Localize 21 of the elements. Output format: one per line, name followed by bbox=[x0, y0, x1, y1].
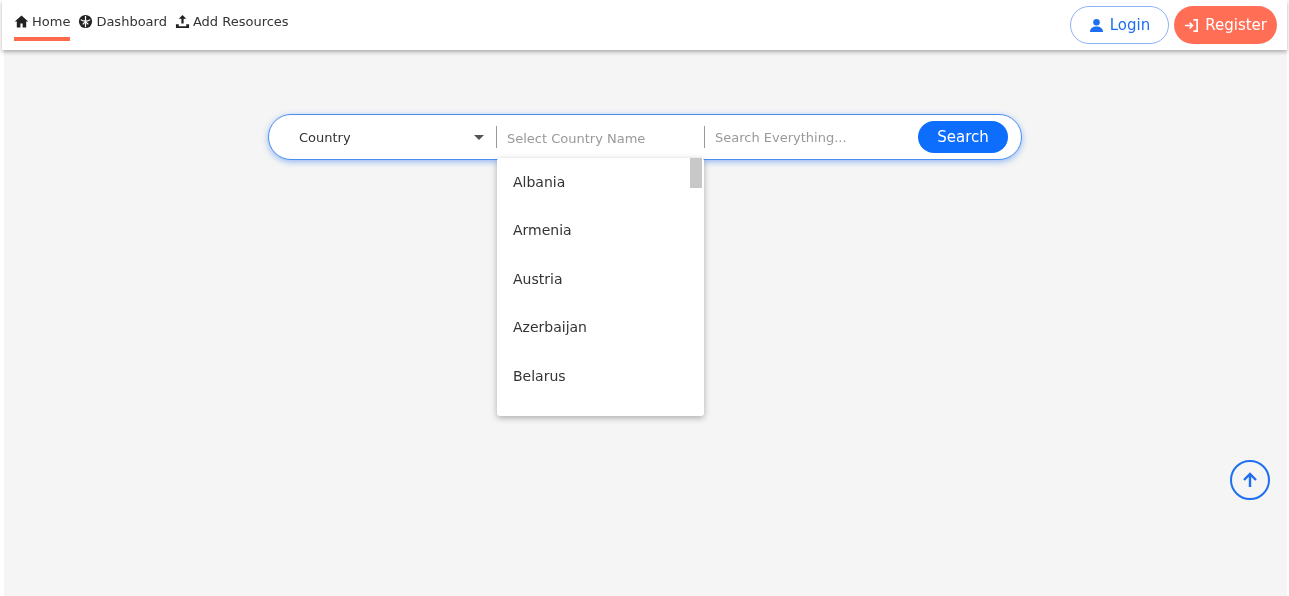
country-option[interactable]: Albania bbox=[497, 163, 704, 212]
home-icon bbox=[14, 13, 29, 29]
caret-icon bbox=[474, 134, 484, 140]
login-button[interactable]: Login bbox=[1069, 6, 1170, 44]
country-option[interactable]: Armenia bbox=[497, 212, 704, 261]
country-option[interactable]: Belarus bbox=[497, 357, 704, 406]
sign-in-icon bbox=[1184, 17, 1200, 33]
country-option[interactable]: Austria bbox=[497, 260, 704, 309]
globe-icon bbox=[78, 13, 94, 29]
scrollbar-thumb[interactable] bbox=[690, 157, 702, 188]
upload-icon bbox=[174, 13, 190, 29]
search-field[interactable]: Search Everything... bbox=[705, 129, 910, 145]
filter-select[interactable]: Country bbox=[269, 129, 496, 145]
user-icon bbox=[1088, 17, 1104, 33]
nav-link[interactable]: Add Resources bbox=[174, 13, 289, 41]
country-field[interactable]: Select Country Name bbox=[497, 130, 704, 146]
nav-link[interactable]: Home bbox=[14, 13, 71, 41]
search-button[interactable]: Search bbox=[918, 121, 1008, 153]
country-option[interactable]: Azerbaijan bbox=[497, 309, 704, 358]
nav-link[interactable]: Dashboard bbox=[78, 13, 167, 41]
scroll-to-top-button[interactable] bbox=[1230, 460, 1270, 500]
